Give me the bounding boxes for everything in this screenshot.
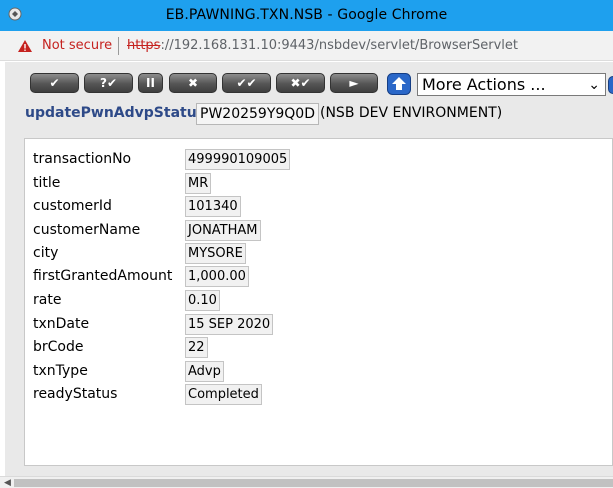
field-label: customerId bbox=[33, 198, 112, 214]
more-actions-select[interactable]: More Actions ... ⌄ bbox=[417, 73, 606, 96]
field-label: txnDate bbox=[33, 316, 90, 332]
validate-icon: ?✔ bbox=[99, 76, 117, 90]
field-label: brCode bbox=[33, 339, 84, 355]
horizontal-scrollbar[interactable]: ◀ bbox=[0, 476, 613, 488]
commit-button[interactable]: ✔ bbox=[30, 73, 79, 93]
next-icon-partial[interactable] bbox=[608, 76, 613, 94]
reverse-icon: ✖✔ bbox=[290, 76, 311, 90]
scroll-left-icon[interactable]: ◀ bbox=[4, 478, 11, 488]
security-status[interactable]: Not secure bbox=[42, 38, 112, 53]
field-value: 1,000.00 bbox=[185, 266, 249, 287]
field-label: title bbox=[33, 175, 61, 191]
transaction-name: updatePwnAdvpStatus bbox=[25, 105, 206, 121]
field-label: txnType bbox=[33, 363, 88, 379]
more-actions-value: More Actions ... bbox=[422, 75, 546, 94]
field-value: Completed bbox=[185, 384, 262, 405]
field-label: rate bbox=[33, 292, 62, 308]
field-label: city bbox=[33, 245, 59, 261]
window-title-bar: EB.PAWNING.TXN.NSB - Google Chrome bbox=[0, 0, 613, 31]
field-value: 22 bbox=[185, 337, 208, 358]
window-title: EB.PAWNING.TXN.NSB - Google Chrome bbox=[165, 7, 448, 23]
field-value: 0.10 bbox=[185, 290, 220, 311]
authorise-button[interactable]: ✔✔ bbox=[222, 73, 271, 93]
field-value: 499990109005 bbox=[185, 149, 291, 170]
check-icon: ✔ bbox=[49, 76, 60, 90]
field-value: 15 SEP 2020 bbox=[185, 314, 274, 335]
up-arrow-icon[interactable] bbox=[387, 73, 411, 95]
environment-label: (NSB DEV ENVIRONMENT) bbox=[320, 105, 503, 121]
delete-icon: ✖ bbox=[187, 76, 199, 90]
address-bar[interactable]: Not secure https://192.168.131.10:9443/n… bbox=[0, 31, 613, 61]
url-path: ://192.168.131.10:9443/nsbdev/servlet/Br… bbox=[160, 38, 518, 53]
transaction-id-field[interactable]: PW20259Y9Q0D bbox=[196, 103, 319, 125]
field-value: MR bbox=[185, 173, 212, 194]
warning-icon[interactable] bbox=[17, 39, 33, 53]
fields-panel: transactionNo 499990109005 title MR custom… bbox=[24, 138, 613, 466]
scrollbar-thumb[interactable] bbox=[14, 479, 613, 487]
field-value: JONATHAM bbox=[185, 220, 261, 241]
field-value: MYSORE bbox=[185, 243, 246, 264]
delete-button[interactable]: ✖ bbox=[169, 73, 217, 93]
reverse-button[interactable]: ✖✔ bbox=[276, 73, 325, 93]
validate-button[interactable]: ?✔ bbox=[84, 73, 133, 93]
field-label: readyStatus bbox=[33, 386, 118, 402]
next-button[interactable]: ► bbox=[330, 73, 378, 93]
authorise-icon: ✔✔ bbox=[236, 76, 257, 90]
field-value: Advp bbox=[185, 361, 224, 382]
url-scheme: https bbox=[127, 38, 161, 53]
field-label: customerName bbox=[33, 222, 141, 238]
field-value: 101340 bbox=[185, 196, 241, 217]
url-text[interactable]: https://192.168.131.10:9443/nsbdev/servl… bbox=[127, 38, 518, 53]
page-left-edge bbox=[0, 62, 5, 488]
hold-icon: II bbox=[146, 76, 155, 90]
next-icon: ► bbox=[349, 76, 359, 90]
hold-button[interactable]: II bbox=[138, 73, 163, 93]
address-separator bbox=[118, 37, 119, 55]
field-label: firstGrantedAmount bbox=[33, 268, 173, 284]
chevron-down-icon: ⌄ bbox=[588, 77, 600, 93]
field-label: transactionNo bbox=[33, 151, 132, 167]
